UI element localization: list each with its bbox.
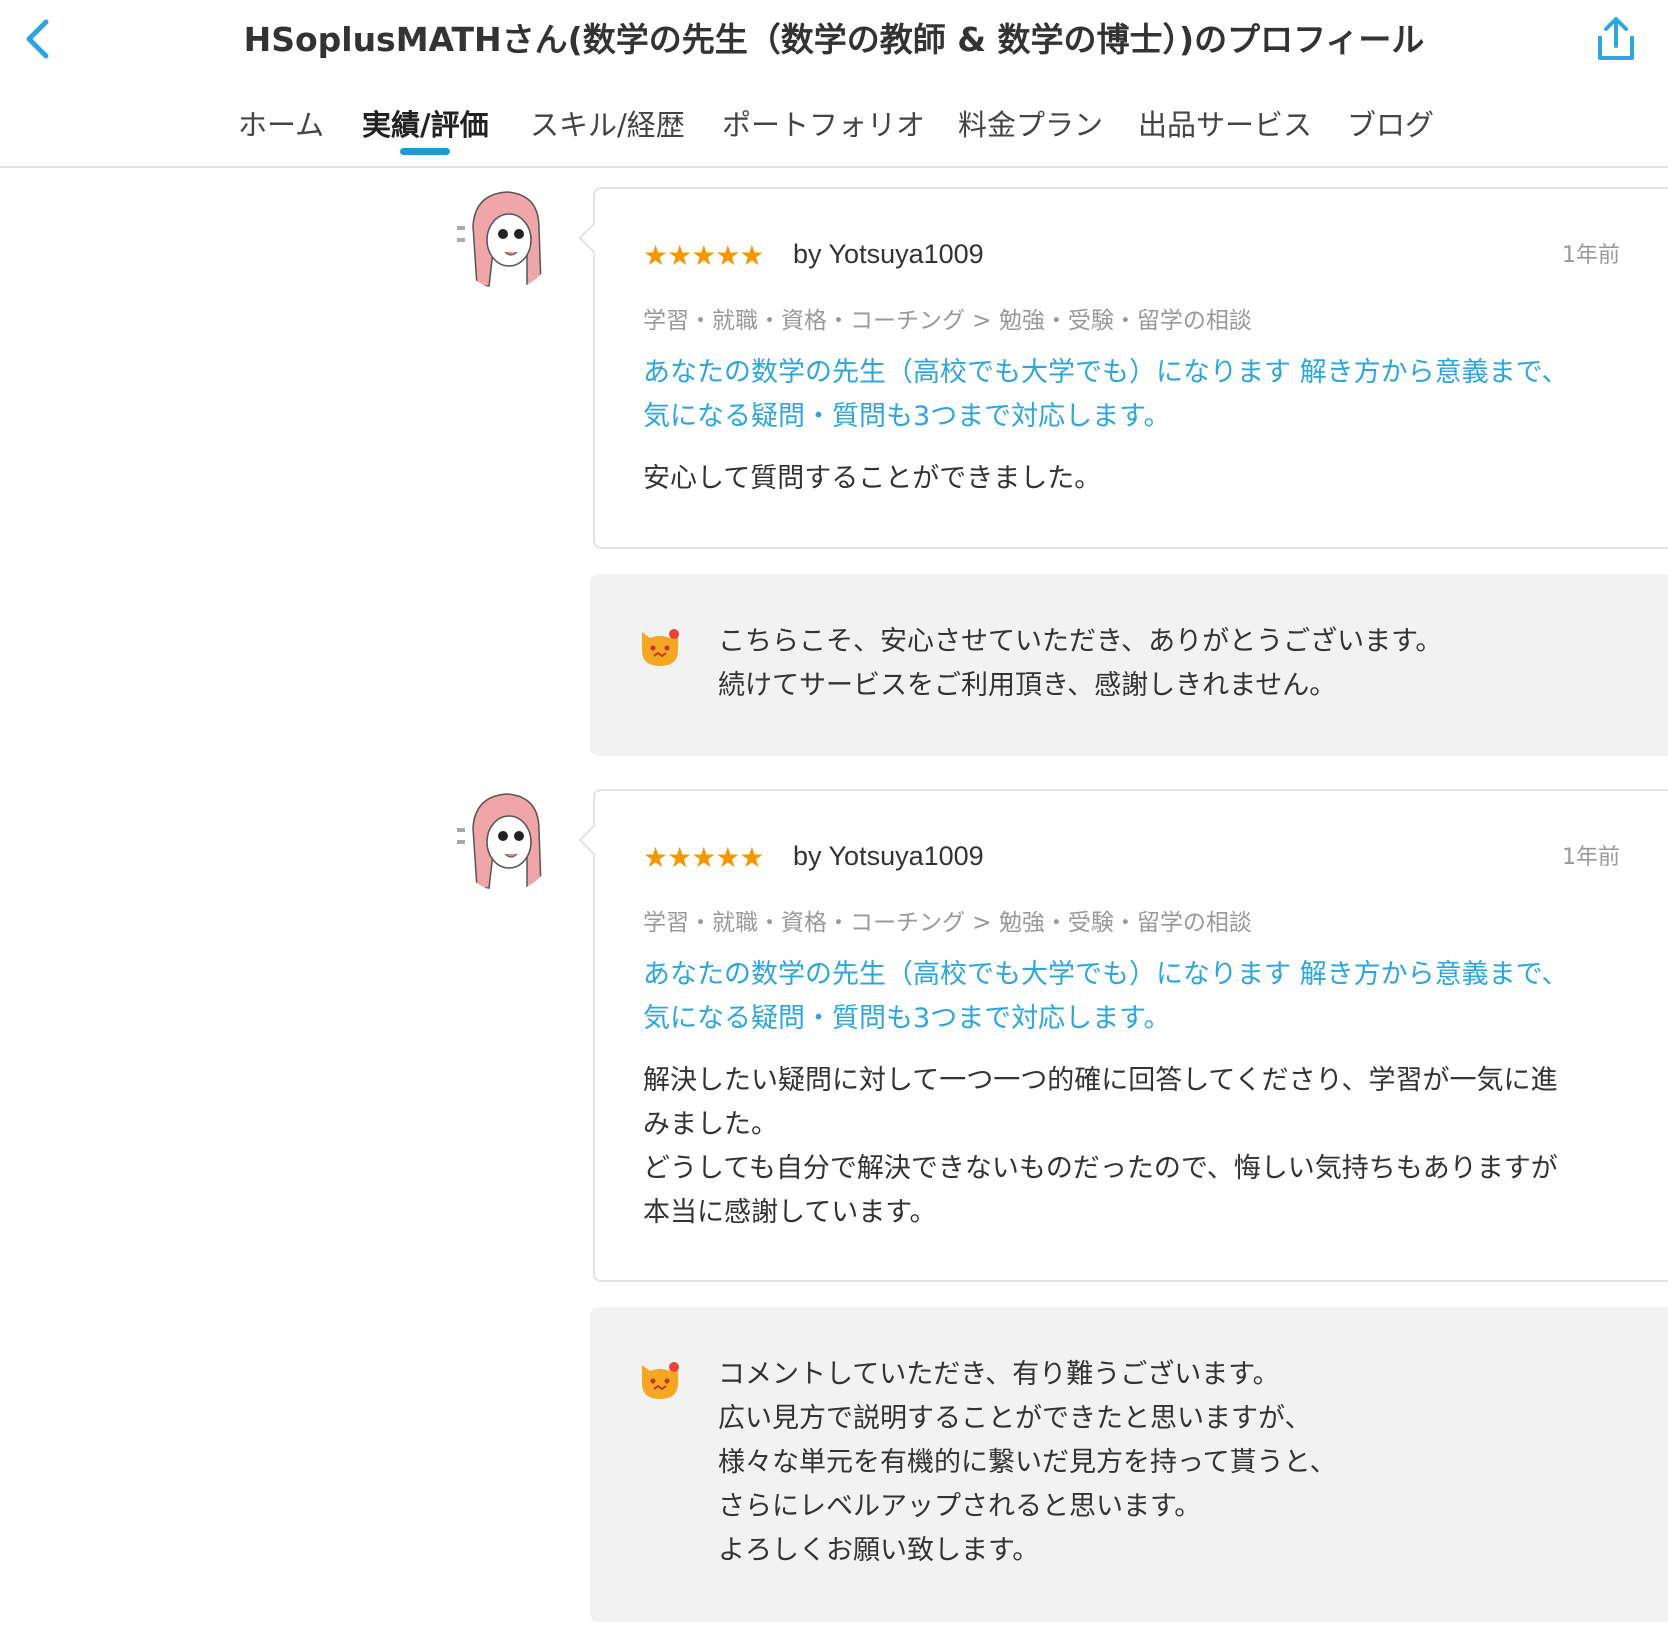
- review-card: ★★★★★ by Yotsuya1009 1年前 学習・就職・資格・コーチング …: [578, 187, 1668, 549]
- service-title-link[interactable]: あなたの数学の先生（高校でも大学でも）になります 解き方から意義まで、 気になる…: [643, 953, 1603, 1041]
- reviewer-name[interactable]: by Yotsuya1009: [793, 239, 984, 270]
- review-comment: 解決したい疑問に対して一つ一つ的確に回答してくださり、学習が一気に進 みました。…: [643, 1065, 1558, 1228]
- reviewer-name[interactable]: by Yotsuya1009: [793, 841, 984, 872]
- review-time: 1年前: [1562, 243, 1620, 268]
- service-title-link[interactable]: あなたの数学の先生（高校でも大学でも）になります 解き方から意義まで、 気になる…: [643, 351, 1603, 439]
- reviewer-avatar[interactable]: [455, 186, 555, 290]
- tab-home[interactable]: ホーム: [238, 102, 324, 144]
- tab-portfolio[interactable]: ポートフォリオ: [722, 102, 925, 144]
- active-tab-indicator: [400, 148, 450, 155]
- tab-services[interactable]: 出品サービス: [1138, 102, 1312, 144]
- back-button[interactable]: [18, 14, 62, 64]
- rating-stars: ★★★★★: [643, 841, 765, 874]
- reply-text: コメントしていただき、有り難うございます。 広い見方で説明することができたと思い…: [718, 1359, 1337, 1566]
- tab-blog[interactable]: ブログ: [1347, 102, 1434, 144]
- profile-tabs: ホーム 実績/評価 スキル/経歴 ポートフォリオ 料金プラン 出品サービス ブロ…: [0, 88, 1668, 168]
- service-category: 学習・就職・資格・コーチング > 勉強・受験・留学の相談: [643, 910, 1252, 936]
- tab-pricing-plans[interactable]: 料金プラン: [958, 102, 1103, 144]
- reviewer-avatar-image: [457, 191, 542, 287]
- card-pointer: [578, 824, 610, 856]
- header-bar: HSoplusMATHさん(数学の先生（数学の教師 & 数学の博士）)のプロフィ…: [0, 0, 1668, 90]
- review-comment: 安心して質問することができました。: [643, 463, 1102, 494]
- card-pointer: [578, 222, 610, 254]
- share-icon: [1598, 17, 1634, 60]
- review-time: 1年前: [1562, 845, 1620, 870]
- share-button[interactable]: [1592, 14, 1640, 64]
- rating-stars: ★★★★★: [643, 239, 765, 272]
- seller-avatar-icon: [642, 1362, 679, 1399]
- reply-text: こちらこそ、安心させていただき、ありがとうございます。 続けてサービスをご利用頂…: [718, 626, 1443, 701]
- seller-reply: コメントしていただき、有り難うございます。 広い見方で説明することができたと思い…: [590, 1307, 1668, 1622]
- tab-skills-career[interactable]: スキル/経歴: [530, 102, 685, 144]
- service-category: 学習・就職・資格・コーチング > 勉強・受験・留学の相談: [643, 308, 1252, 334]
- seller-reply: こちらこそ、安心させていただき、ありがとうございます。 続けてサービスをご利用頂…: [590, 574, 1668, 756]
- tab-results-reviews[interactable]: 実績/評価: [362, 102, 489, 144]
- review-card: ★★★★★ by Yotsuya1009 1年前 学習・就職・資格・コーチング …: [578, 789, 1668, 1282]
- reviewer-avatar-image: [457, 793, 542, 889]
- page-title: HSoplusMATHさん(数学の先生（数学の教師 & 数学の博士）)のプロフィ…: [243, 20, 1425, 59]
- seller-avatar-icon: [642, 629, 679, 666]
- reviewer-avatar[interactable]: [455, 788, 555, 892]
- chevron-left-icon: [26, 19, 49, 59]
